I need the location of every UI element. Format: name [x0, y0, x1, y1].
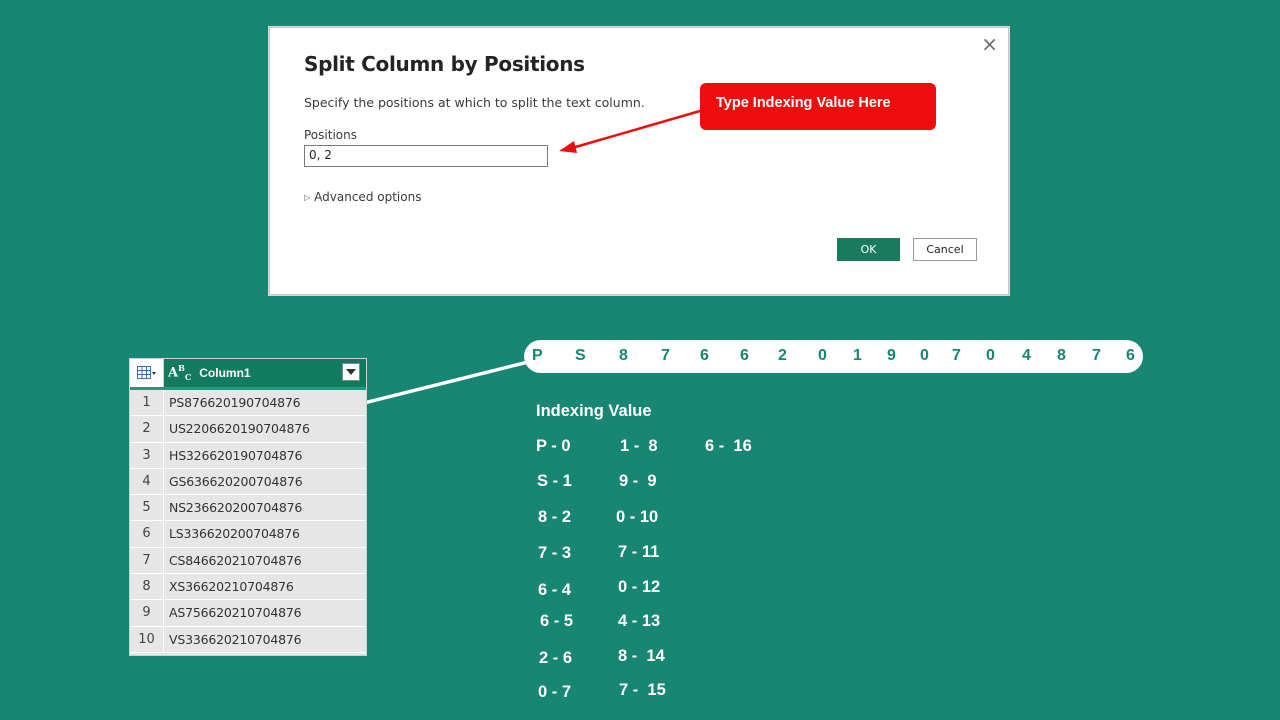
- index-pair: 2 - 6: [539, 649, 573, 667]
- text-type-icon: ABC: [168, 362, 192, 382]
- split-column-dialog: × Split Column by Positions Specify the …: [269, 27, 1009, 295]
- index-pair: 6 - 4: [538, 581, 572, 599]
- index-pair: 9 - 9: [619, 472, 657, 490]
- connector-line: [355, 360, 529, 407]
- cancel-button[interactable]: Cancel: [913, 238, 977, 261]
- row-number: 6: [130, 521, 164, 547]
- index-pair: S - 1: [537, 472, 572, 490]
- positions-label: Positions: [304, 128, 357, 142]
- table-menu-icon[interactable]: [130, 359, 164, 387]
- table-header: ABC Column1: [130, 359, 366, 390]
- row-number: 5: [130, 495, 164, 521]
- query-table: ABC Column1 1 PS876620190704876 2 US2206620…: [129, 358, 367, 656]
- index-pair: 7 - 15: [619, 681, 666, 699]
- column1-header-label: Column1: [199, 366, 251, 380]
- strip-character: 7: [952, 347, 961, 364]
- ok-button[interactable]: OK: [837, 238, 900, 261]
- strip-character: 6: [700, 347, 709, 364]
- strip-character: 8: [619, 347, 628, 364]
- table-cell[interactable]: PS876620190704876: [164, 390, 366, 415]
- index-pair: 0 - 12: [618, 578, 661, 596]
- row-number: 4: [130, 468, 164, 495]
- strip-character: 2: [778, 347, 787, 364]
- expand-triangle-icon: ▷: [304, 193, 311, 202]
- close-icon[interactable]: ×: [981, 32, 998, 56]
- indexing-title: Indexing Value: [536, 402, 652, 420]
- table-row[interactable]: 1 PS876620190704876: [130, 390, 366, 417]
- column1-header[interactable]: ABC Column1: [164, 359, 366, 387]
- index-pair: 1 - 8: [620, 437, 658, 455]
- strip-character: 0: [986, 347, 995, 364]
- table-cell[interactable]: VS336620210704876: [164, 627, 366, 652]
- table-row[interactable]: 10 VS336620210704876: [130, 626, 366, 653]
- strip-character: P: [532, 347, 543, 364]
- strip-character: 0: [818, 347, 827, 364]
- advanced-options-label: Advanced options: [314, 190, 422, 204]
- table-cell[interactable]: GS636620200704876: [164, 469, 366, 494]
- table-row[interactable]: 4 GS636620200704876: [130, 468, 366, 496]
- row-number: 8: [130, 574, 164, 600]
- strip-character: 9: [887, 347, 896, 364]
- dialog-title: Split Column by Positions: [304, 52, 585, 76]
- row-number: 3: [130, 442, 164, 468]
- table-row[interactable]: 7 CS846620210704876: [130, 547, 366, 575]
- strip-character: 7: [661, 347, 670, 364]
- table-cell[interactable]: CS846620210704876: [164, 548, 366, 573]
- index-pair: 8 - 14: [618, 647, 665, 665]
- row-number: 2: [130, 416, 164, 442]
- table-row[interactable]: 9 AS756620210704876: [130, 600, 366, 627]
- character-strip: P S 8 7 6 6 2 0 1 9 0 7 0 4 8 7 6: [524, 340, 1143, 373]
- table-row[interactable]: 8 XS36620210704876: [130, 574, 366, 601]
- strip-character: 4: [1022, 347, 1031, 364]
- strip-character: 1: [853, 347, 862, 364]
- index-pair: 8 - 2: [538, 508, 572, 526]
- table-cell[interactable]: NS236620200704876: [164, 495, 366, 520]
- index-pair: 0 - 10: [616, 508, 659, 526]
- table-row[interactable]: 2 US2206620190704876: [130, 416, 366, 443]
- strip-character: 7: [1092, 347, 1101, 364]
- table-cell[interactable]: US2206620190704876: [164, 416, 366, 441]
- index-pair: 6 - 16: [705, 437, 752, 455]
- strip-character: 6: [740, 347, 749, 364]
- advanced-options-toggle[interactable]: ▷ Advanced options: [304, 190, 421, 204]
- index-pair: P - 0: [536, 437, 571, 455]
- table-cell[interactable]: AS756620210704876: [164, 600, 366, 625]
- row-number: 9: [130, 600, 164, 626]
- row-number: 7: [130, 547, 164, 574]
- row-number: 1: [130, 390, 164, 416]
- strip-character: S: [575, 347, 586, 364]
- positions-input[interactable]: 0, 2: [304, 145, 548, 167]
- index-pair: 7 - 3: [538, 544, 572, 562]
- dialog-subtitle: Specify the positions at which to split …: [304, 95, 645, 110]
- strip-character: 6: [1126, 347, 1135, 364]
- table-cell[interactable]: XS36620210704876: [164, 574, 366, 599]
- table-row[interactable]: 3 HS326620190704876: [130, 442, 366, 469]
- strip-character: 8: [1057, 347, 1066, 364]
- table-row[interactable]: 6 LS336620200704876: [130, 521, 366, 548]
- table-body: 1 PS876620190704876 2 US2206620190704876 3 HS…: [130, 390, 366, 653]
- row-number: 10: [130, 626, 164, 652]
- callout-box: Type Indexing Value Here: [700, 83, 936, 130]
- table-row[interactable]: 5 NS236620200704876: [130, 495, 366, 522]
- index-pair: 0 - 7: [538, 683, 572, 701]
- table-cell[interactable]: LS336620200704876: [164, 521, 366, 546]
- strip-character: 0: [920, 347, 929, 364]
- index-pair: 4 - 13: [618, 612, 661, 630]
- index-pair: 6 - 5: [540, 612, 574, 630]
- filter-dropdown-icon[interactable]: [342, 363, 360, 381]
- index-pair: 7 - 11: [618, 543, 660, 561]
- table-cell[interactable]: HS326620190704876: [164, 443, 366, 468]
